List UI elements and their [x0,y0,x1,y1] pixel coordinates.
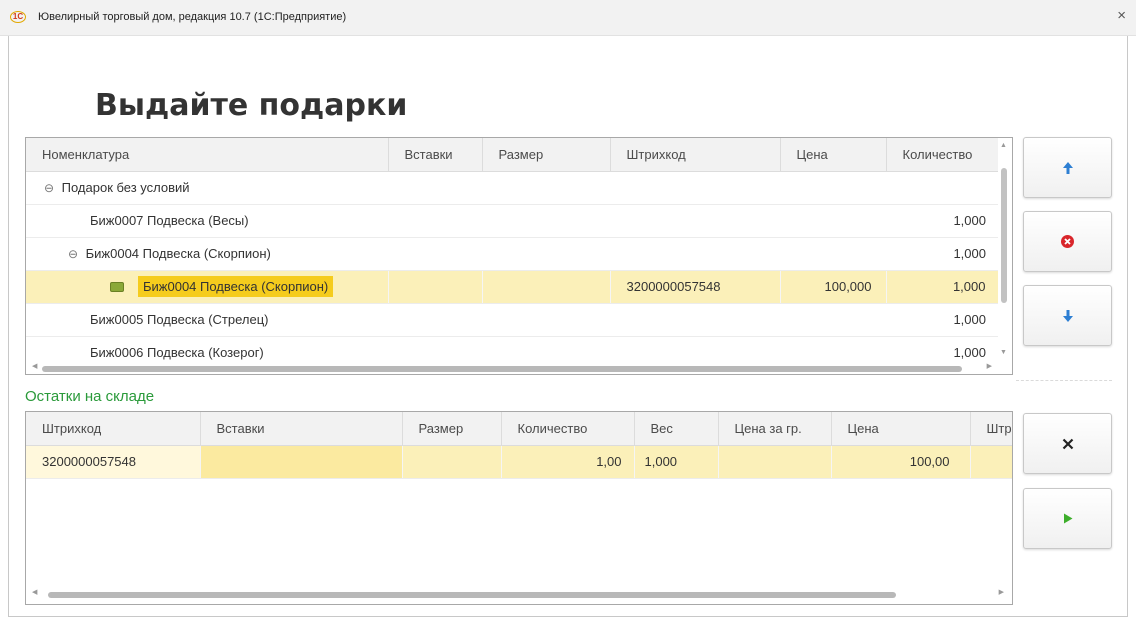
size-cell [482,303,610,337]
play-icon [1063,513,1072,524]
scrollbar-thumb[interactable] [48,592,896,598]
quantity-cell: 1,000 [886,204,1000,238]
weight-cell: 1,000 [634,445,719,479]
quantity-cell: 1,000 [886,270,1001,304]
nomenclature-cell: Биж0004 Подвеска (Скорпион) [26,270,389,304]
column-header-quantity[interactable]: Количество [886,138,1001,172]
column-header-nomenclature[interactable]: Номенклатура [26,138,389,172]
gifts-table[interactable]: Номенклатура Вставки Размер Штрихкод Цен… [25,137,1013,375]
column-header-price-per-gram[interactable]: Цена за гр. [718,412,832,446]
delete-button[interactable] [1023,211,1112,272]
quantity-cell: 1,00 [501,445,635,479]
quantity-cell: 1,000 [886,303,1000,337]
column-header-extra[interactable]: Штр [970,412,1012,446]
barcode-cell: 3200000057548 [610,270,781,304]
column-header-size[interactable]: Размер [402,412,502,446]
group-name: Подарок без условий [61,180,190,195]
price-cell [780,171,886,205]
size-cell [482,204,610,238]
column-header-barcode[interactable]: Штрихкод [26,412,201,446]
barcode-cell: 3200000057548 [26,445,201,479]
nomenclature-cell: ⊖ Подарок без условий [26,171,388,205]
table-row-selected[interactable]: Биж0004 Подвеска (Скорпион) 320000005754… [26,270,1001,304]
app-logo: 1С [10,11,26,23]
size-cell [482,237,610,271]
column-header-inserts[interactable]: Вставки [200,412,403,446]
inserts-cell [388,270,483,304]
table-row[interactable]: ⊖ Биж0004 Подвеска (Скорпион) 1,000 [26,237,1000,271]
item-name: Биж0004 Подвеска (Скорпион) [138,276,334,297]
inserts-cell [388,171,482,205]
stock-section-label: Остатки на складе [25,388,155,405]
scroll-right-icon[interactable]: ▶ [987,362,992,370]
close-window-button[interactable]: × [1117,7,1126,24]
price-cell [780,204,886,238]
move-up-button[interactable] [1023,137,1112,198]
horizontal-scrollbar[interactable]: ◀ ▶ [26,362,1012,374]
column-header-quantity[interactable]: Количество [501,412,635,446]
size-cell [482,171,610,205]
scroll-left-icon[interactable]: ◀ [32,362,37,370]
collapse-icon[interactable]: ⊖ [44,181,58,195]
cancel-button[interactable] [1023,413,1112,474]
column-header-barcode[interactable]: Штрихкод [610,138,781,172]
barcode-cell [610,303,780,337]
table-row[interactable]: Биж0007 Подвеска (Весы) 1,000 [26,204,1000,238]
scrollbar-thumb[interactable] [1001,168,1007,303]
column-header-weight[interactable]: Вес [634,412,719,446]
size-cell [482,270,611,304]
delete-circle-icon [1061,235,1074,248]
price-cell [780,303,886,337]
quantity-cell [886,171,1000,205]
column-header-size[interactable]: Размер [482,138,611,172]
separator [1016,380,1112,381]
cross-icon [1062,438,1073,449]
scroll-down-icon[interactable]: ▼ [1000,349,1007,356]
barcode-cell [610,237,780,271]
window-title: Ювелирный торговый дом, редакция 10.7 (1… [38,11,347,23]
item-icon [110,281,124,292]
extra-cell [970,445,1012,479]
table-row[interactable]: Биж0005 Подвеска (Стрелец) 1,000 [26,303,1000,337]
scrollbar-thumb[interactable] [42,366,962,372]
arrow-down-icon [1062,309,1073,322]
price-cell [780,237,886,271]
table-row[interactable]: ⊖ Подарок без условий [26,171,1000,205]
window-titlebar: 1С Ювелирный торговый дом, редакция 10.7… [0,0,1136,36]
table-row-selected[interactable]: 3200000057548 1,00 1,000 100,00 [26,445,1012,479]
scroll-right-icon[interactable]: ▶ [999,588,1004,596]
gifts-header-row: Номенклатура Вставки Размер Штрихкод Цен… [26,138,1001,172]
inserts-cell [388,204,482,238]
confirm-button[interactable] [1023,488,1112,549]
inserts-cell [200,445,403,479]
column-header-price[interactable]: Цена [831,412,971,446]
barcode-cell [610,171,780,205]
size-cell [402,445,502,479]
arrow-up-icon [1062,161,1073,174]
vertical-scrollbar[interactable]: ▲ ▼ [998,138,1012,374]
inserts-cell [388,237,482,271]
nomenclature-cell: Биж0007 Подвеска (Весы) [26,204,388,238]
column-header-inserts[interactable]: Вставки [388,138,483,172]
move-down-button[interactable] [1023,285,1112,346]
group-name: Биж0004 Подвеска (Скорпион) [85,246,271,261]
scroll-left-icon[interactable]: ◀ [32,588,37,596]
stock-header-row: Штрихкод Вставки Размер Количество Вес Ц… [26,412,1012,446]
price-cell: 100,000 [780,270,887,304]
quantity-cell: 1,000 [886,237,1000,271]
barcode-cell [610,204,780,238]
horizontal-scrollbar[interactable]: ◀ ▶ [26,588,1012,600]
price-per-gram-cell [718,445,832,479]
scroll-up-icon[interactable]: ▲ [1000,142,1007,149]
column-header-price[interactable]: Цена [780,138,887,172]
inserts-cell [388,303,482,337]
price-cell: 100,00 [831,445,971,479]
collapse-icon[interactable]: ⊖ [68,247,82,261]
stock-table[interactable]: Штрихкод Вставки Размер Количество Вес Ц… [25,411,1013,605]
page-title: Выдайте подарки [95,88,408,123]
nomenclature-cell: Биж0005 Подвеска (Стрелец) [26,303,388,337]
nomenclature-cell: ⊖ Биж0004 Подвеска (Скорпион) [26,237,388,271]
